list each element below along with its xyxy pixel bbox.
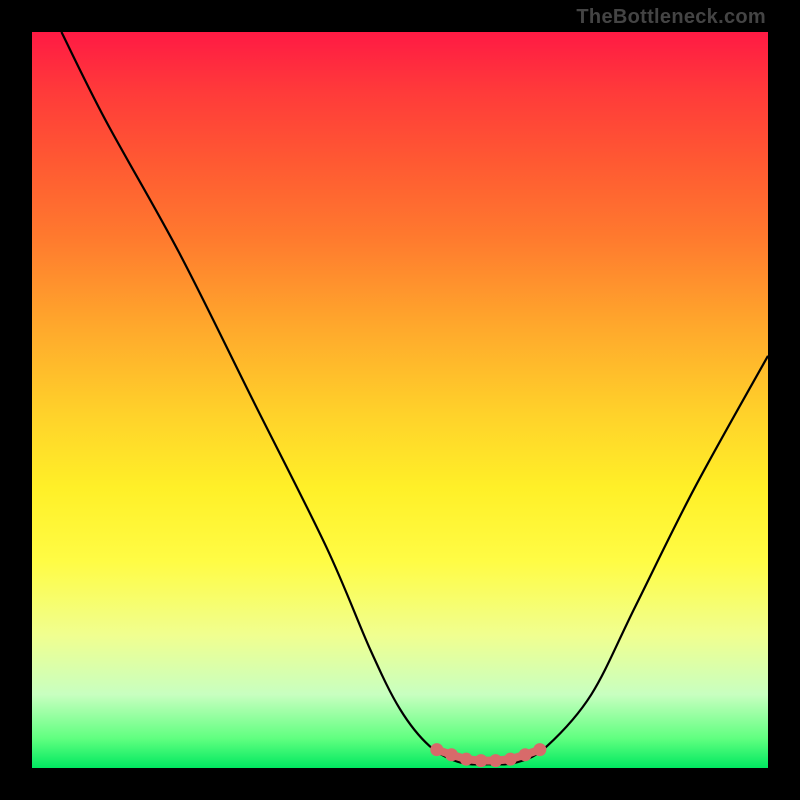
plot-area: [32, 32, 768, 768]
sweet-spot-dots: [430, 743, 546, 767]
curve-layer: [32, 32, 768, 768]
watermark-text: TheBottleneck.com: [576, 6, 766, 29]
bottleneck-curve: [61, 32, 768, 764]
chart-container: TheBottleneck.com: [0, 0, 800, 800]
